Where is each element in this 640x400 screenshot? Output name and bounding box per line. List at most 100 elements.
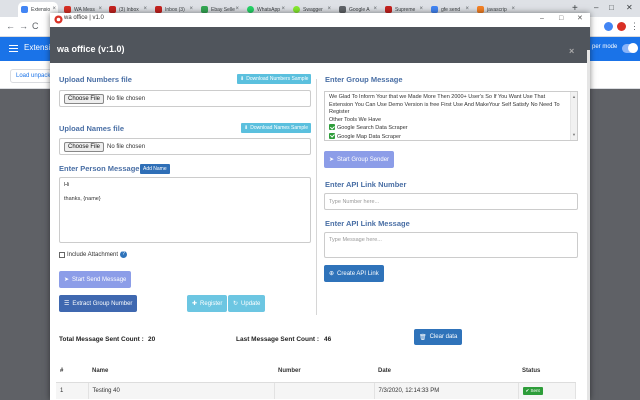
column-header: Date [374, 361, 518, 383]
tab-close-icon[interactable]: × [189, 6, 193, 13]
window-maximize-button[interactable]: □ [559, 14, 563, 24]
tab-label: gfe send [441, 6, 461, 13]
choose-file-button[interactable]: Choose File [64, 141, 105, 152]
tab-label: WA Mess [74, 6, 95, 13]
window-minimize-button[interactable]: – [540, 14, 544, 24]
refresh-icon: ↻ [233, 301, 239, 307]
download-icon: ⬇ [240, 76, 245, 82]
swagger-icon [293, 6, 300, 13]
plus-circle-icon: ⊕ [329, 271, 335, 277]
numbers-file-input[interactable]: Choose File No file chosen [59, 90, 311, 107]
choose-file-button[interactable]: Choose File [64, 93, 105, 104]
include-attachment-label: Include Attachment [67, 251, 119, 258]
window-scrollbar[interactable] [587, 50, 590, 400]
scroll-down-icon[interactable]: ▼ [572, 131, 576, 139]
modal-title: wa office (v:1.0) [57, 44, 125, 54]
trash-icon: 🗑 [419, 334, 427, 341]
row-status: ✔ Sent [518, 382, 576, 399]
hamburger-menu-icon[interactable] [9, 45, 18, 52]
developer-mode-toggle[interactable] [622, 43, 638, 53]
tab-label: Swagger [303, 6, 323, 13]
start-group-sender-button[interactable]: ➤ Start Group Sender [324, 151, 395, 168]
forward-button[interactable]: → [19, 21, 28, 32]
profile-avatar-icon[interactable] [617, 22, 626, 31]
api-number-input[interactable]: Type Number here... [324, 193, 578, 210]
tab-close-icon[interactable]: × [465, 6, 469, 13]
send-icon: ➤ [329, 157, 335, 163]
row-name: Testing 40 [88, 382, 275, 399]
tab-label: Supreme [395, 6, 416, 13]
button-label: Clear data [429, 334, 458, 340]
menu-kebab-icon[interactable]: ⋮ [630, 21, 639, 32]
column-header: Status [518, 361, 576, 383]
tab-close-icon[interactable]: × [143, 6, 147, 13]
row-date: 7/3/2020, 12:14:33 PM [374, 382, 519, 399]
back-button[interactable]: ← [6, 21, 15, 32]
puzzle-icon [21, 6, 28, 13]
window-close-button[interactable]: ✕ [577, 14, 583, 24]
tool-label: Google Map Data Scraper [337, 133, 401, 140]
extract-group-number-button[interactable]: ☰ Extract Group Number [59, 295, 138, 312]
download-icon: ⬇ [244, 125, 249, 131]
reload-button[interactable]: C [32, 21, 39, 32]
help-icon[interactable]: ? [120, 251, 128, 258]
tab-close-icon[interactable]: × [235, 6, 239, 13]
update-button[interactable]: ↻ Update [228, 295, 266, 312]
minimize-button[interactable]: – [594, 2, 598, 14]
close-window-button[interactable]: ✕ [626, 2, 633, 14]
register-button[interactable]: ✚ Register [187, 295, 228, 312]
column-header: Name [88, 361, 274, 383]
person-message-textarea[interactable]: Hi thanks, {name} [59, 177, 311, 243]
tab-close-icon[interactable]: × [373, 6, 377, 13]
scroll-up-icon[interactable]: ▲ [572, 93, 576, 101]
sent-messages-table: # Name Number Date Status 1 Testing 40 7… [56, 361, 576, 399]
google-search-icon [431, 6, 438, 13]
last-sent-value: 46 [324, 336, 332, 343]
add-name-button[interactable]: Add Name [140, 164, 170, 174]
column-header: # [56, 361, 88, 383]
button-label: Start Group Sender [337, 156, 390, 163]
input-placeholder: Type Message here... [329, 237, 382, 243]
window-title: wa office | v1.0 [64, 15, 104, 21]
ebay-icon [201, 6, 208, 13]
create-api-link-button[interactable]: ⊕ Create API Link [324, 265, 384, 282]
download-names-sample-button[interactable]: ⬇ Download Names Sample [241, 123, 312, 133]
tab-close-icon[interactable]: × [52, 6, 56, 13]
include-attachment-checkbox[interactable] [59, 251, 65, 258]
group-message-text: Other Tools We Have [329, 116, 382, 123]
clear-data-button[interactable]: 🗑 Clear data [414, 329, 463, 345]
api-message-textarea[interactable]: Type Message here... [324, 232, 578, 258]
last-sent-label: Last Message Sent Count : [236, 336, 320, 343]
tab-close-icon[interactable]: × [98, 6, 102, 13]
enter-person-message-label: Enter Person Message [59, 164, 140, 173]
total-sent-label: Total Message Sent Count : [59, 336, 144, 343]
total-sent-value: 20 [148, 336, 156, 343]
message-line: Hi [64, 182, 70, 188]
tab-close-icon[interactable]: × [281, 6, 285, 13]
window-titlebar: wa office | v1.0 – □ ✕ [50, 13, 590, 27]
tab-close-icon[interactable]: × [327, 6, 331, 13]
maximize-button[interactable]: □ [609, 2, 614, 14]
scrollbar[interactable]: ▲ ▼ [570, 92, 577, 140]
group-message-box[interactable]: We Glad To Inform Your that we Made More… [324, 91, 578, 141]
extension-icon[interactable] [604, 22, 613, 31]
button-label: Start Send Message [72, 276, 127, 283]
stackoverflow-icon [477, 6, 484, 13]
download-numbers-sample-button[interactable]: ⬇ Download Numbers Sample [237, 74, 312, 84]
extension-popup-window: wa office | v1.0 – □ ✕ wa office (v:1.0)… [50, 13, 590, 400]
whatsapp-icon [247, 6, 254, 13]
checkmark-icon [329, 132, 335, 139]
tab-label: WhatsApp [257, 6, 281, 13]
names-file-input[interactable]: Choose File No file chosen [59, 138, 311, 155]
supreme-icon [385, 6, 392, 13]
table-header-row: # Name Number Date Status [56, 361, 576, 383]
start-send-message-button[interactable]: ➤ Start Send Message [59, 271, 132, 288]
gmail-icon [109, 6, 116, 13]
status-text: Sent [530, 387, 540, 393]
app-logo-icon [54, 15, 63, 24]
button-label: Download Numbers Sample [246, 76, 309, 82]
column-header: Number [274, 361, 374, 383]
tab-close-icon[interactable]: × [511, 6, 515, 13]
tab-close-icon[interactable]: × [419, 6, 423, 13]
modal-close-button[interactable]: × [569, 46, 574, 56]
